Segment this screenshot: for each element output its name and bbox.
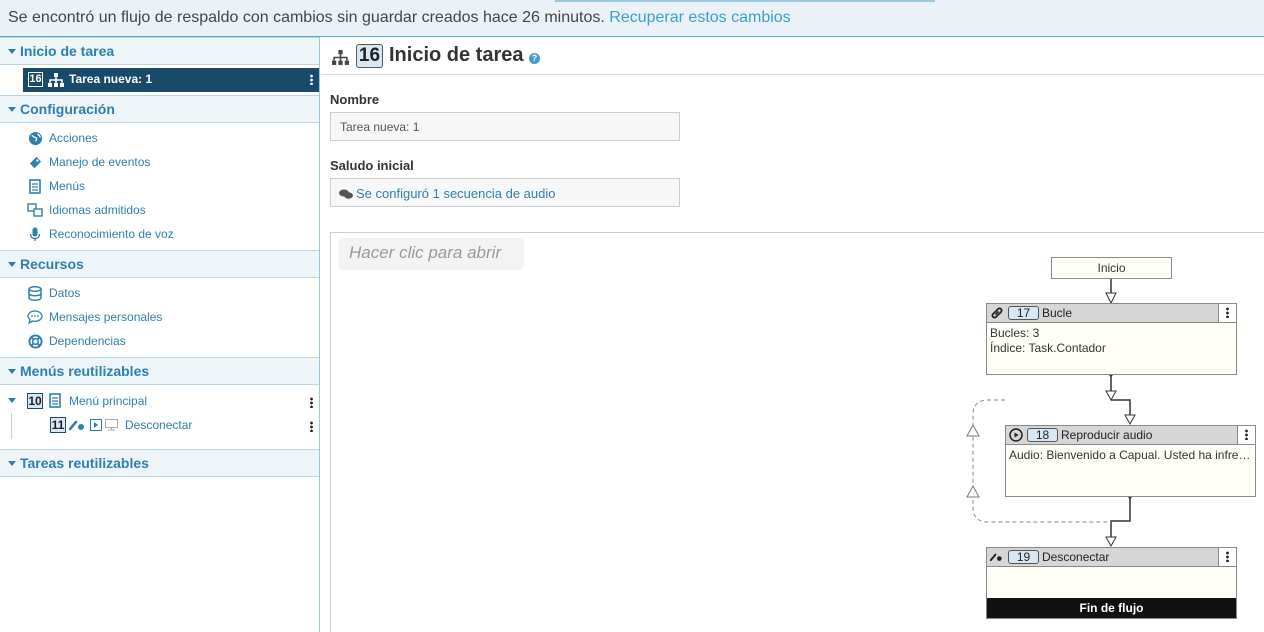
child-options-icon[interactable] [310, 421, 313, 432]
loop-label: Bucle [1042, 306, 1073, 320]
start-node[interactable]: Inicio [1051, 257, 1172, 279]
end-of-flow-bar: Fin de flujo [987, 598, 1236, 618]
banner-message: Se encontró un flujo de respaldo con cam… [8, 9, 605, 26]
sidebar: Inicio de tarea 16 Tarea nueva: 1 Config… [0, 37, 320, 632]
task-menu-icon[interactable] [310, 74, 313, 85]
greeting-field[interactable]: Se configuró 1 secuencia de audio [330, 178, 680, 207]
sidebar-item-languages[interactable]: Idiomas admitidos [0, 198, 319, 222]
section-reusable-menus[interactable]: Menús reutilizables [0, 357, 319, 385]
page-title: Inicio de tarea [389, 44, 524, 66]
loop-menu-icon[interactable] [1218, 304, 1236, 322]
section-reusable-tasks[interactable]: Tareas reutilizables [0, 449, 319, 477]
sidebar-item-data[interactable]: Datos [0, 281, 319, 305]
hangup-icon [69, 420, 84, 431]
banner-tab-indicator [555, 0, 935, 2]
main-panel: 16 Inicio de tarea ? Nombre Tarea nueva:… [321, 37, 1264, 632]
section-task-start[interactable]: Inicio de tarea [0, 37, 319, 65]
sidebar-item-events[interactable]: Manejo de eventos [0, 150, 319, 174]
lifebuoy-icon [27, 333, 43, 349]
chat-icon [27, 309, 43, 325]
disc-label: Desconectar [1042, 550, 1110, 564]
globe-icon [27, 130, 43, 146]
sidebar-item-menus[interactable]: Menús [0, 174, 319, 198]
database-icon [27, 285, 43, 301]
disc-menu-icon[interactable] [1218, 548, 1236, 566]
section-resources[interactable]: Recursos [0, 250, 319, 278]
hierarchy-icon [332, 50, 349, 65]
expand-arrow-icon[interactable] [8, 398, 16, 403]
play-audio-text: Audio: Bienvenido a Capual. Usted ha inf… [1009, 448, 1251, 462]
menu-id-badge: 10 [27, 393, 43, 409]
hierarchy-icon [48, 73, 64, 87]
recover-changes-link[interactable]: Recuperar estos cambios [609, 9, 790, 26]
disc-id-badge: 19 [1008, 550, 1039, 564]
section-config[interactable]: Configuración [0, 95, 319, 123]
document-icon [49, 393, 61, 408]
disconnect-node[interactable]: 19 Desconectar Fin de flujo [986, 547, 1237, 619]
child-label[interactable]: Desconectar [125, 418, 192, 432]
play-audio-node[interactable]: 18 Reproducir audio Audio: Bienvenido a … [1005, 425, 1256, 497]
play-label: Reproducir audio [1061, 428, 1153, 442]
language-icon [27, 202, 43, 218]
greeting-link[interactable]: Se configuró 1 secuencia de audio [356, 186, 555, 201]
sidebar-item-messages[interactable]: Mensajes personales [0, 305, 319, 329]
sidebar-item-voice[interactable]: Reconocimiento de voz [0, 222, 319, 246]
child-id-badge: 11 [50, 417, 66, 433]
name-label: Nombre [330, 92, 380, 107]
play-menu-icon[interactable] [1237, 426, 1255, 444]
play-circle-icon [1009, 428, 1023, 442]
play-id-badge: 18 [1027, 428, 1058, 442]
sidebar-item-actions[interactable]: Acciones [0, 126, 319, 150]
menu-options-icon[interactable] [310, 397, 313, 408]
microphone-icon [27, 226, 43, 242]
help-icon[interactable]: ? [529, 53, 540, 64]
sidebar-task-item[interactable]: 16 Tarea nueva: 1 [23, 68, 319, 92]
name-field[interactable]: Tarea nueva: 1 [330, 112, 680, 141]
task-id-badge: 16 [28, 72, 43, 87]
loop-id-badge: 17 [1008, 306, 1039, 320]
hangup-icon [990, 553, 1002, 562]
play-box-icon [90, 419, 102, 431]
task-label: Tarea nueva: 1 [69, 72, 153, 86]
comments-icon [339, 189, 353, 199]
flow-canvas[interactable]: Hacer clic para abrir Inicio 17 Bucle Bu [330, 232, 1264, 632]
document-icon [27, 178, 43, 194]
menu-label[interactable]: Menú principal [69, 394, 147, 408]
loop-node[interactable]: 17 Bucle Bucles: 3 Índice: Task.Contador [986, 303, 1237, 375]
greeting-label: Saludo inicial [330, 158, 414, 173]
loop-index: Índice: Task.Contador [990, 341, 1106, 355]
loop-count: Bucles: 3 [990, 326, 1040, 340]
link-icon [991, 307, 1003, 319]
monitor-icon [105, 419, 118, 431]
tree-line [11, 413, 12, 439]
panel-header: 16 Inicio de tarea ? [321, 37, 1264, 75]
ticket-icon [27, 154, 43, 170]
header-id-badge: 16 [356, 44, 383, 68]
sidebar-item-dependencies[interactable]: Dependencias [0, 329, 319, 353]
recovery-banner: Se encontró un flujo de respaldo con cam… [0, 0, 1264, 37]
